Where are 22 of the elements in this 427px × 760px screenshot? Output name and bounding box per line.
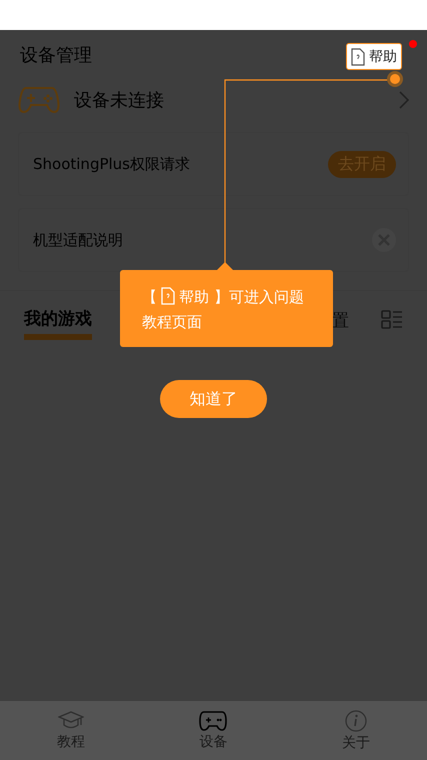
chevron-right-icon bbox=[399, 91, 409, 109]
card-title: ShootingPlus权限请求 bbox=[33, 154, 190, 174]
device-row[interactable]: 设备未连接 bbox=[0, 80, 427, 120]
guide-text: 帮助 】可进入问题 bbox=[179, 288, 304, 306]
gamepad-icon bbox=[18, 86, 60, 114]
bracket-text: 【 bbox=[142, 288, 157, 306]
help-button[interactable]: 帮助 bbox=[346, 43, 402, 70]
graduation-cap-icon bbox=[58, 710, 84, 730]
document-icon bbox=[161, 287, 175, 305]
pointer-dot bbox=[387, 71, 403, 87]
info-icon bbox=[344, 710, 367, 732]
page-title: 设备管理 bbox=[20, 44, 92, 67]
gamepad-icon bbox=[199, 710, 228, 730]
card-title: 机型适配说明 bbox=[33, 230, 123, 250]
got-it-button[interactable]: 知道了 bbox=[160, 380, 267, 418]
tab[interactable]: 我的游戏 bbox=[24, 300, 92, 340]
nav-tab[interactable]: 设备 bbox=[142, 701, 285, 760]
nav-tab[interactable]: 教程 bbox=[0, 701, 142, 760]
list-view-icon[interactable] bbox=[381, 310, 403, 330]
guide-text: 教程页面 bbox=[142, 312, 202, 333]
document-icon bbox=[351, 48, 365, 66]
nav-tab[interactable]: 关于 bbox=[284, 701, 427, 760]
